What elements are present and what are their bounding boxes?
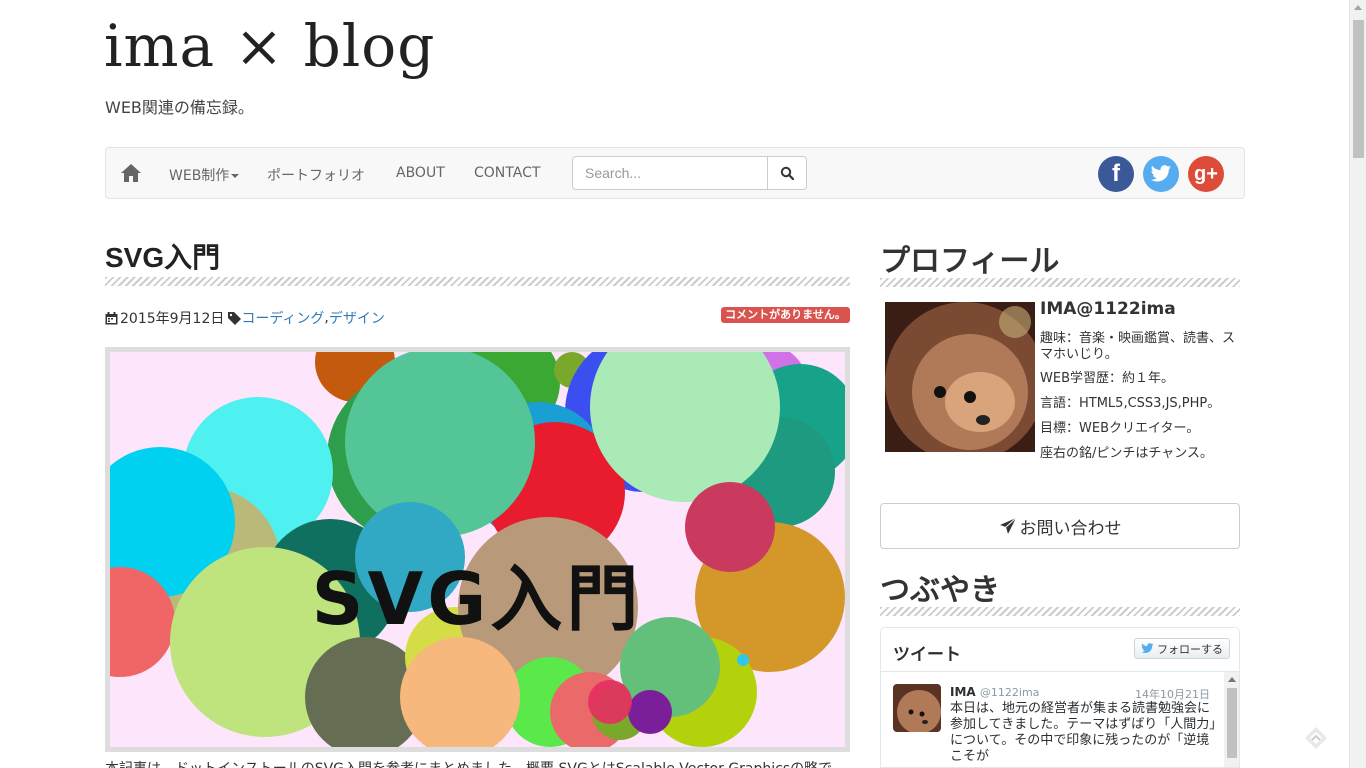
twitter-icon[interactable] bbox=[1143, 156, 1179, 192]
comment-count-badge[interactable]: コメントがありません。 bbox=[721, 307, 850, 323]
search-button[interactable] bbox=[767, 156, 807, 190]
featured-image-caption: SVG入門 bbox=[312, 557, 643, 641]
site-title[interactable]: ima × blog bbox=[104, 14, 435, 78]
nav-item-label: WEB制作 bbox=[169, 168, 230, 184]
twitter-widget-scrollbar[interactable] bbox=[1224, 672, 1239, 767]
sidebar-profile-heading: プロフィール bbox=[880, 245, 1060, 278]
featured-image[interactable]: SVG入門 bbox=[105, 347, 850, 752]
category-link-coding[interactable]: コーディング bbox=[241, 308, 324, 328]
tweet-date[interactable]: 14年10月21日 bbox=[1135, 686, 1210, 702]
post-date: 2015年9月12日 bbox=[120, 311, 225, 327]
post-intro: 本記事は、ドットインストールのSVG入門を参考にまとめました。概要 SVGとはS… bbox=[105, 758, 850, 768]
page-scroll-thumb[interactable] bbox=[1353, 20, 1364, 158]
tweet-avatar[interactable] bbox=[893, 684, 941, 732]
twitter-widget-header: ツイート bbox=[893, 645, 961, 665]
home-icon[interactable] bbox=[120, 163, 142, 183]
tweet-text: 本日は、地元の経営者が集まる読書勉強会に参加してきました。テーマはずばり「人間力… bbox=[950, 701, 1216, 764]
search-input[interactable] bbox=[572, 156, 768, 190]
profile-hobby: 趣味：音楽・映画鑑賞、読書、スマホいじり。 bbox=[1040, 331, 1236, 362]
paper-plane-icon bbox=[999, 517, 1016, 534]
post-meta: 2015年9月12日 コーディング, デザイン bbox=[105, 308, 385, 328]
post-title[interactable]: SVG入門 bbox=[105, 236, 220, 276]
tweet-author-handle: @1122ima bbox=[979, 686, 1040, 699]
profile-heading-underline bbox=[880, 278, 1240, 287]
tweet-author-name: IMA bbox=[950, 685, 976, 699]
caret-down-icon bbox=[231, 174, 240, 178]
twitter-widget-divider bbox=[881, 671, 1239, 672]
tag-icon bbox=[228, 311, 242, 325]
nav-item-web-dropdown[interactable]: WEB制作 bbox=[169, 165, 240, 185]
search-form bbox=[572, 156, 808, 190]
nav-item-contact[interactable]: CONTACT bbox=[474, 165, 540, 181]
page-scrollbar[interactable] bbox=[1349, 0, 1366, 768]
tweet-author[interactable]: IMA @1122ima bbox=[950, 685, 1039, 699]
contact-button-label: お問い合わせ bbox=[1019, 518, 1122, 539]
profile-experience: WEB学習歴：約１年。 bbox=[1040, 371, 1174, 386]
scroll-up-arrow-icon[interactable] bbox=[1354, 5, 1362, 10]
nav-item-portfolio[interactable]: ポートフォリオ bbox=[267, 165, 365, 185]
twitter-scroll-thumb[interactable] bbox=[1227, 688, 1237, 758]
twitter-bird-icon bbox=[1141, 643, 1154, 654]
main-navbar: WEB制作 ポートフォリオ ABOUT CONTACT f g+ bbox=[105, 147, 1245, 199]
site-description: WEB関連の備忘録。 bbox=[105, 98, 254, 117]
facebook-icon[interactable]: f bbox=[1098, 156, 1134, 192]
twitter-timeline-widget: ツイート フォローする IMA @1122ima 14年10月21日 本日は、地… bbox=[880, 627, 1240, 768]
title-underline bbox=[105, 277, 850, 286]
calendar-icon bbox=[105, 311, 118, 324]
tweets-heading-underline bbox=[880, 607, 1240, 616]
twitter-follow-label: フォローする bbox=[1157, 642, 1223, 656]
feedly-icon[interactable] bbox=[1303, 725, 1329, 751]
featured-image-circles: SVG入門 bbox=[110, 352, 845, 747]
category-link-design[interactable]: デザイン bbox=[329, 308, 385, 328]
sidebar-tweets-heading: つぶやき bbox=[880, 574, 1000, 607]
profile-goal: 目標：WEBクリエイター。 bbox=[1040, 421, 1200, 436]
nav-item-about[interactable]: ABOUT bbox=[396, 165, 445, 181]
profile-name: IMA@1122ima bbox=[1040, 299, 1176, 319]
profile-motto: 座右の銘/ピンチはチャンス。 bbox=[1040, 446, 1213, 461]
profile-languages: 言語：HTML5,CSS3,JS,PHP。 bbox=[1040, 396, 1221, 411]
contact-button[interactable]: お問い合わせ bbox=[880, 503, 1240, 549]
search-icon bbox=[780, 166, 794, 180]
scroll-up-arrow-icon[interactable] bbox=[1228, 677, 1236, 682]
googleplus-icon[interactable]: g+ bbox=[1188, 156, 1224, 192]
twitter-follow-button[interactable]: フォローする bbox=[1134, 638, 1230, 659]
profile-avatar bbox=[885, 302, 1035, 452]
